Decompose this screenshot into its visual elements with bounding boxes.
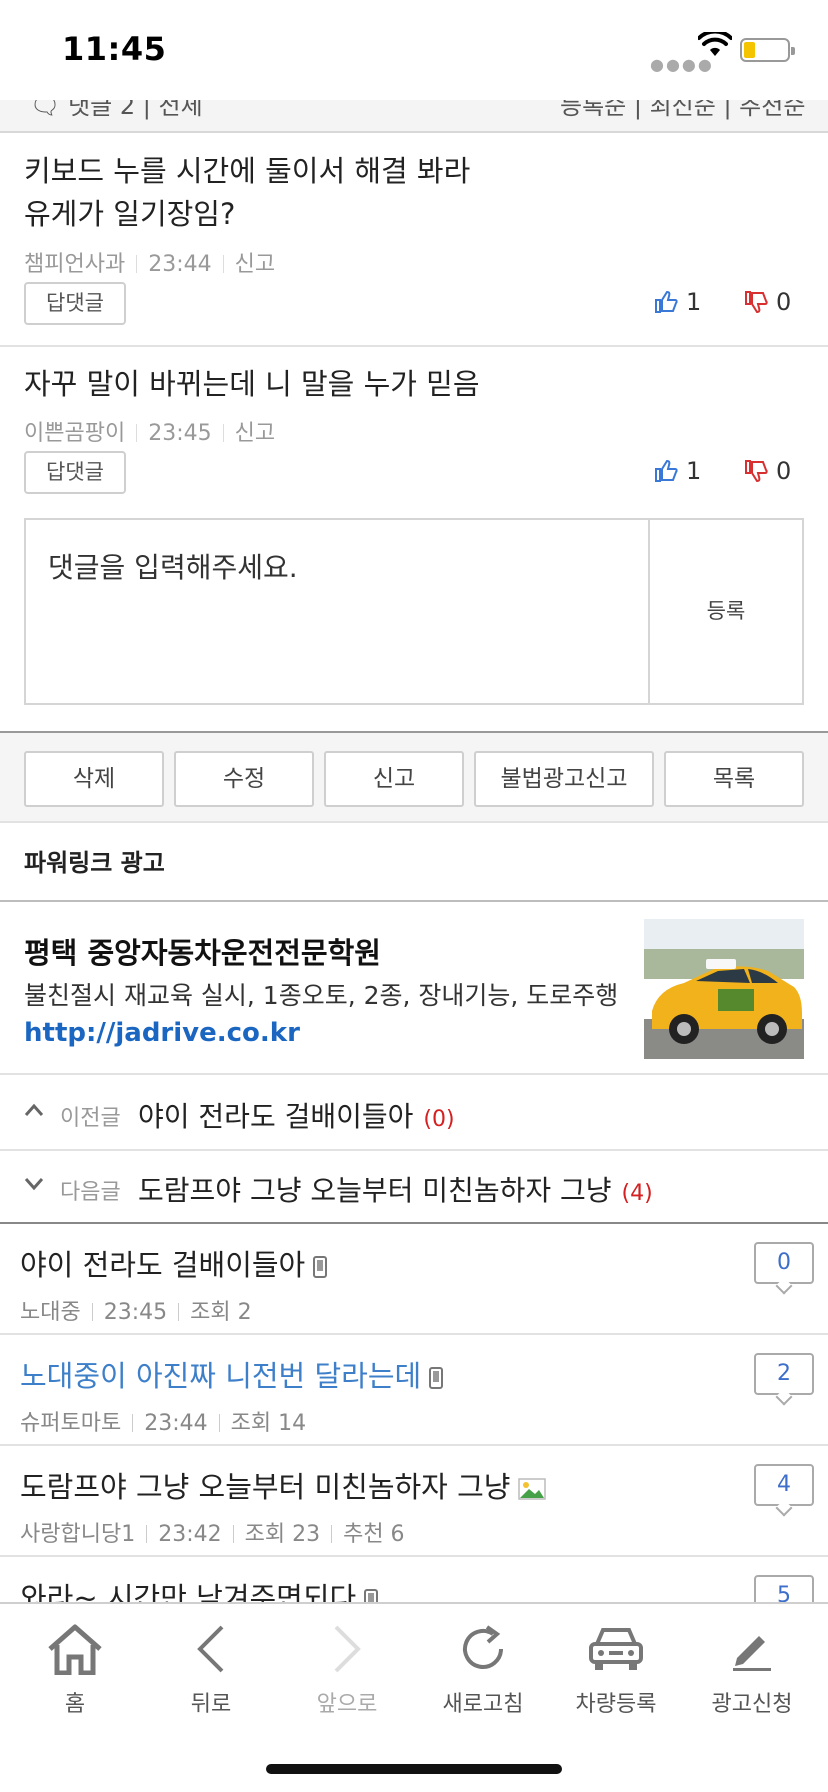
status-bar: 11:45 ●●●● xyxy=(0,0,828,100)
list-button[interactable]: 목록 xyxy=(664,751,804,807)
comment-author[interactable]: 챔피언사과 xyxy=(24,252,125,277)
prev-title[interactable]: 야이 전라도 걸배이들아 (0) xyxy=(138,1095,455,1135)
comment-report-link[interactable]: 신고 xyxy=(235,421,275,446)
refresh-button[interactable]: 새로고침 xyxy=(423,1618,543,1718)
comment-item: 키보드 누를 시간에 둘이서 해결 봐라 유게가 일기장임? 챔피언사과 23:4… xyxy=(0,135,828,347)
next-post-link[interactable]: 다음글 도람프야 그냥 오늘부터 미친놈하자 그냥 (4) xyxy=(0,1151,828,1225)
comment-time: 23:44 xyxy=(148,252,212,277)
list-item[interactable]: 도람프야 그냥 오늘부터 미친놈하자 그냥 사랑합니당1 23:42 조회 23 추천… xyxy=(0,1446,828,1557)
post-meta: 사랑합니당1 23:42 조회 23 추천 6 xyxy=(20,1522,405,1547)
list-item[interactable]: 야이 전라도 걸배이들아 노대중 23:45 조회 2 0 xyxy=(0,1224,828,1335)
like-button[interactable]: 1 xyxy=(654,288,701,316)
home-indicator xyxy=(266,1764,562,1774)
comment-time: 23:45 xyxy=(148,421,212,446)
prev-post-link[interactable]: 이전글 야이 전라도 걸배이들아 (0) xyxy=(0,1077,828,1151)
forward-button[interactable]: 앞으로 xyxy=(287,1618,407,1718)
delete-button[interactable]: 삭제 xyxy=(24,751,164,807)
post-title[interactable]: 야이 전라도 걸배이들아 xyxy=(20,1242,328,1284)
image-icon xyxy=(518,1478,547,1500)
thumbs-up-icon xyxy=(655,459,678,482)
battery-icon xyxy=(740,38,795,62)
car-register-button[interactable]: 차량등록 xyxy=(556,1618,676,1718)
wifi-icon xyxy=(698,32,732,56)
comment-meta: 챔피언사과 23:44 신고 xyxy=(24,246,275,278)
comment-meta: 이쁜곰팡이 23:45 신고 xyxy=(24,415,275,447)
comment-input[interactable]: 댓글을 입력해주세요. xyxy=(48,546,298,586)
dislike-button[interactable]: 0 xyxy=(744,457,791,485)
mobile-icon xyxy=(313,1256,328,1278)
comment-header-cut: 🗨 댓글 2 | 전체 등록순 | 최신순 | 추천순 xyxy=(0,100,828,133)
next-label: 다음글 xyxy=(60,1180,121,1205)
chevron-down-icon xyxy=(24,1178,44,1191)
comment-count-badge[interactable]: 0 xyxy=(754,1242,814,1284)
chevron-up-icon xyxy=(24,1103,44,1116)
ad-title[interactable]: 평택 중앙자동차운전전문학원 xyxy=(24,930,381,972)
reply-button[interactable]: 답댓글 xyxy=(24,451,126,494)
comment-author[interactable]: 이쁜곰팡이 xyxy=(24,421,125,446)
status-time: 11:45 xyxy=(62,30,167,68)
ad-report-button[interactable]: 불법광고신고 xyxy=(474,751,654,807)
reply-button[interactable]: 답댓글 xyxy=(24,282,126,325)
chevron-left-icon xyxy=(197,1625,224,1673)
comment-submit-button[interactable]: 등록 xyxy=(648,520,802,703)
comment-count-badge[interactable]: 2 xyxy=(754,1353,814,1395)
comment-report-link[interactable]: 신고 xyxy=(235,252,275,277)
pencil-icon xyxy=(733,1636,771,1671)
back-button[interactable]: 뒤로 xyxy=(151,1618,271,1718)
report-button[interactable]: 신고 xyxy=(324,751,464,807)
home-icon xyxy=(48,1624,102,1675)
comment-input-box: 댓글을 입력해주세요. 등록 xyxy=(24,518,804,705)
ad-url[interactable]: http://jadrive.co.kr xyxy=(24,1018,300,1048)
prev-label: 이전글 xyxy=(60,1106,121,1131)
ad-description: 불친절시 재교육 실시, 1종오토, 2종, 장내기능, 도로주행 xyxy=(24,981,619,1010)
thumbs-up-icon xyxy=(655,290,678,313)
thumbs-down-icon xyxy=(745,460,768,483)
refresh-icon xyxy=(463,1625,503,1669)
ad-thumbnail-image[interactable] xyxy=(644,919,804,1059)
list-item[interactable]: 노대중이 아진짜 니전번 달라는데 슈퍼토마토 23:44 조회 14 2 xyxy=(0,1335,828,1446)
comment-item: 자꾸 말이 바뀌는데 니 말을 누가 믿음 이쁜곰팡이 23:45 신고 답댓글 1… xyxy=(0,347,828,517)
post-title[interactable]: 노대중이 아진짜 니전번 달라는데 xyxy=(20,1353,444,1395)
mobile-icon xyxy=(429,1367,444,1389)
thumbs-down-icon xyxy=(745,291,768,314)
ad-request-button[interactable]: 광고신청 xyxy=(692,1618,812,1718)
next-title[interactable]: 도람프야 그냥 오늘부터 미친놈하자 그냥 (4) xyxy=(138,1169,653,1209)
comment-text: 키보드 누를 시간에 둘이서 해결 봐라 유게가 일기장임? xyxy=(24,154,471,231)
chevron-right-icon xyxy=(334,1625,361,1673)
edit-button[interactable]: 수정 xyxy=(174,751,314,807)
ad-item[interactable]: 평택 중앙자동차운전전문학원 불친절시 재교육 실시, 1종오토, 2종, 장내… xyxy=(0,902,828,1075)
like-button[interactable]: 1 xyxy=(654,457,701,485)
post-title[interactable]: 도람프야 그냥 오늘부터 미친놈하자 그냥 xyxy=(20,1464,547,1506)
car-icon xyxy=(589,1628,643,1670)
comment-count-badge[interactable]: 4 xyxy=(754,1464,814,1506)
dislike-button[interactable]: 0 xyxy=(744,288,791,316)
powerlink-heading: 파워링크 광고 xyxy=(24,849,165,877)
post-action-bar: 삭제 수정 신고 불법광고신고 목록 xyxy=(0,731,828,823)
home-button[interactable]: 홈 xyxy=(15,1618,135,1718)
comment-count: (4) xyxy=(621,1181,653,1206)
comment-text: 자꾸 말이 바뀌는데 니 말을 누가 믿음 xyxy=(24,367,480,401)
comment-count: (0) xyxy=(423,1107,455,1132)
post-meta: 노대중 23:45 조회 2 xyxy=(20,1300,252,1325)
post-meta: 슈퍼토마토 23:44 조회 14 xyxy=(20,1411,307,1436)
